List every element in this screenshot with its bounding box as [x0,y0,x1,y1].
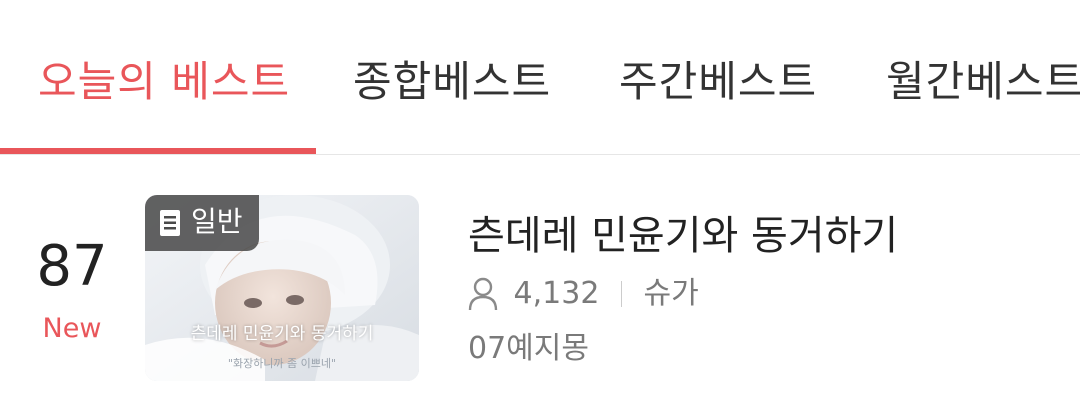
meta-divider [620,280,622,307]
thumbnail-subcaption: "화장하니까 좀 이쁘네" [227,357,337,370]
tab-monthly-best[interactable]: 월간베스트 [886,56,1080,108]
thumbnail-caption: 츤데레 민윤기와 동거하기 [190,324,374,344]
tab-today-best[interactable]: 오늘의 베스트 [38,56,290,108]
genre-label: 일반 [191,205,243,238]
author-name[interactable]: 07예지몽 [468,329,589,369]
active-tab-indicator [0,148,316,154]
rank-number: 87 [36,234,108,299]
ranking-list-item[interactable]: 87 New 츤데레 민윤기와 동거하기 "화장하니까 좀 이쁘네" 일반 츤데… [0,155,1080,420]
genre-badge: 일반 [145,195,259,251]
story-meta: 4,132 슈가 [468,273,699,313]
tab-overall-best[interactable]: 종합베스트 [353,56,551,108]
document-icon [160,210,180,236]
person-icon [468,277,498,310]
tab-bar: 오늘의 베스트 종합베스트 주간베스트 월간베스트 [0,0,1080,155]
tab-weekly-best[interactable]: 주간베스트 [619,56,817,108]
rank-status-badge: New [42,313,102,344]
story-title[interactable]: 츤데레 민윤기와 동거하기 [468,211,898,261]
story-thumbnail[interactable]: 츤데레 민윤기와 동거하기 "화장하니까 좀 이쁘네" 일반 [145,195,419,381]
character-tag[interactable]: 슈가 [644,274,699,314]
view-count: 4,132 [513,275,600,311]
